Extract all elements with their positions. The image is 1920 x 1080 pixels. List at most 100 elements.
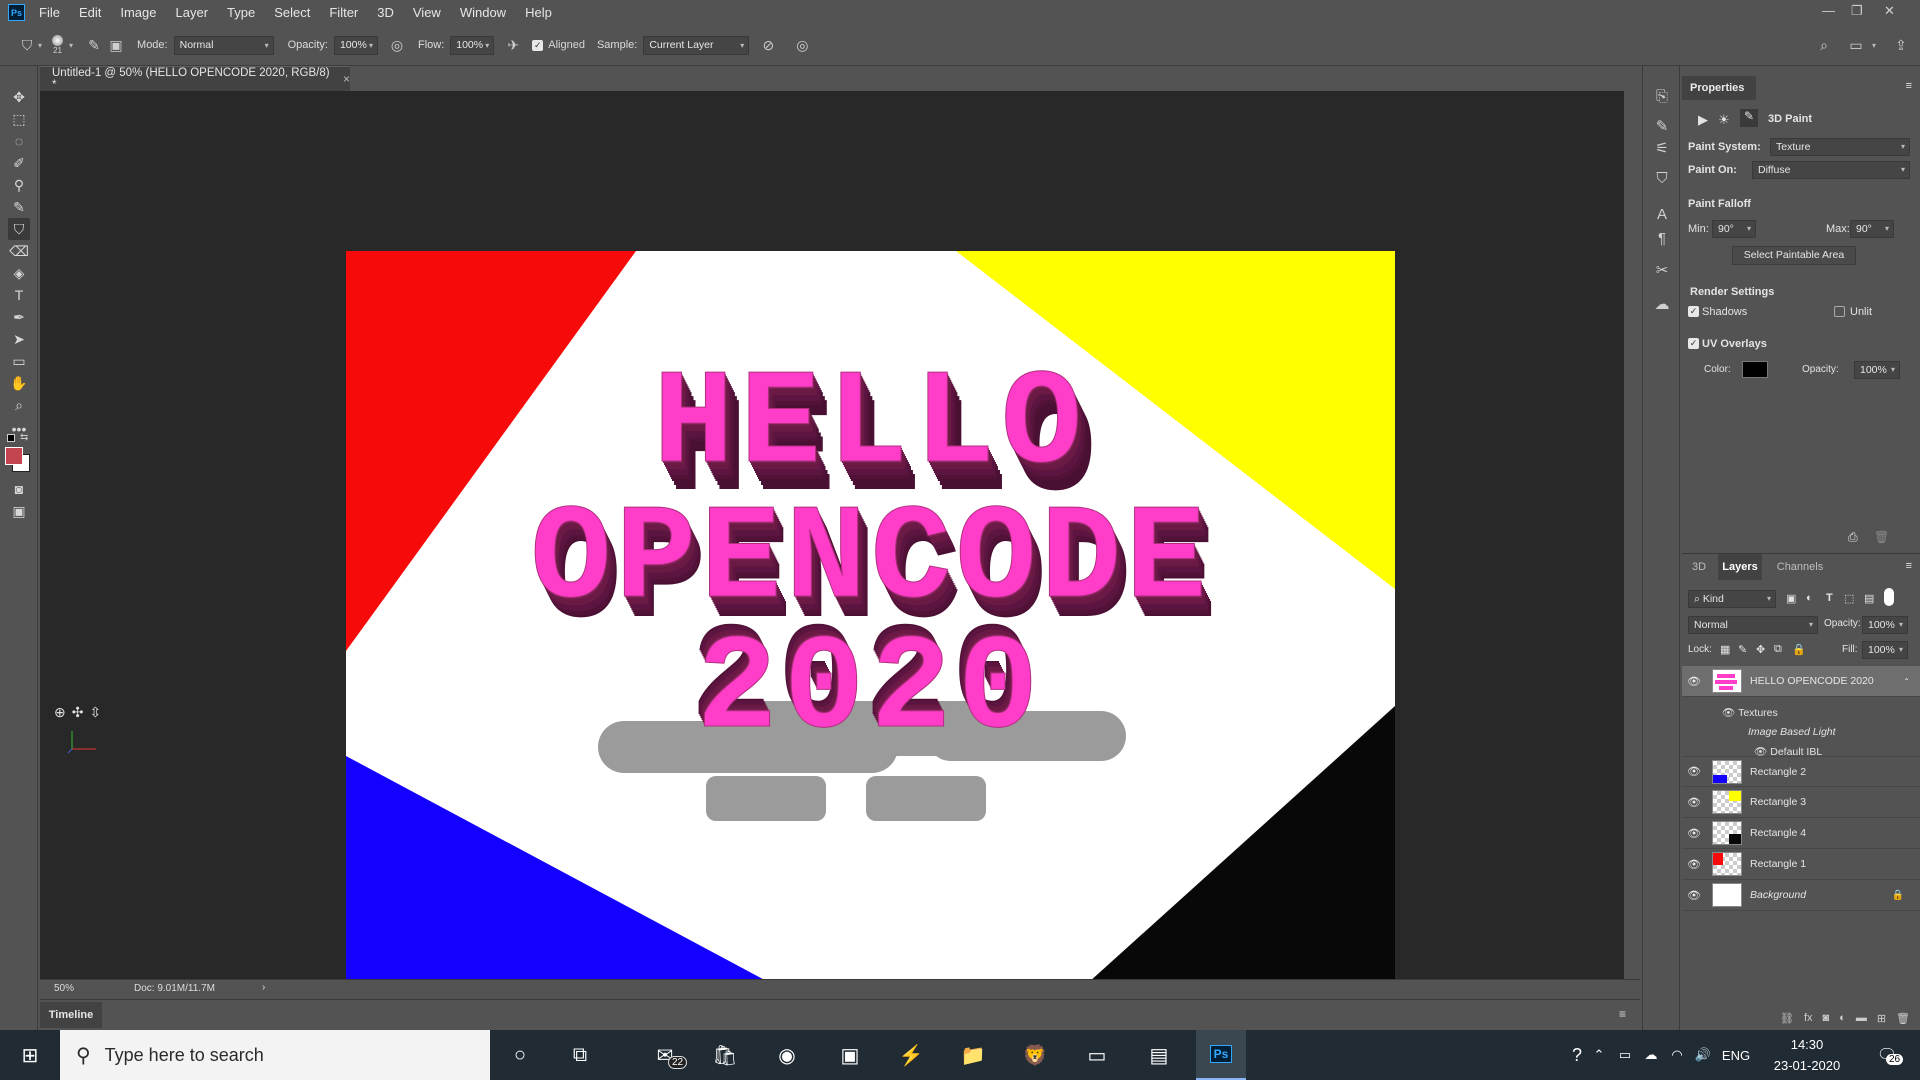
mail-icon[interactable]: ✉ 22 (640, 1030, 690, 1080)
foreground-color-swatch[interactable] (5, 447, 23, 465)
max-input[interactable]: 90° ▾ (1850, 220, 1894, 238)
visibility-eye-icon[interactable]: 👁 (1682, 889, 1706, 902)
clone-source-icon[interactable]: ▣ (105, 34, 127, 56)
tab-3d[interactable]: 3D (1686, 554, 1712, 580)
menu-edit[interactable]: Edit (79, 5, 101, 20)
filter-pixel-icon[interactable]: ▣ (1786, 592, 1796, 605)
filter-type-icon[interactable]: T (1826, 592, 1833, 604)
nvidia-icon[interactable]: ▣ (825, 1030, 875, 1080)
share-icon[interactable]: ⇪ (1890, 34, 1912, 56)
windows-start-icon[interactable]: ⊞ (5, 1030, 55, 1080)
chevron-down-icon[interactable]: ▾ (38, 41, 42, 50)
layer-effects-icon[interactable]: fx (1804, 1012, 1813, 1024)
menu-3d[interactable]: 3D (377, 5, 394, 20)
layer-row[interactable]: 👁 Rectangle 3 (1682, 787, 1920, 818)
lock-all-icon[interactable]: 🔒 (1792, 643, 1806, 656)
swap-colors-icon[interactable]: ⇆ (20, 432, 28, 443)
light-icon[interactable]: ☀ (1718, 112, 1730, 128)
dolly-3d-icon[interactable]: ⇳ (89, 704, 101, 721)
adjustment-layer-icon[interactable]: ◐ (1839, 1012, 1846, 1024)
chevron-down-icon[interactable]: ▾ (69, 41, 73, 50)
tab-layers[interactable]: Layers (1718, 554, 1762, 580)
cortana-icon[interactable]: ○ (495, 1030, 545, 1080)
filter-adjustment-icon[interactable]: ◐ (1806, 592, 1813, 604)
pan-3d-icon[interactable]: ✣ (72, 704, 84, 721)
menu-window[interactable]: Window (460, 5, 506, 20)
libraries-icon[interactable]: ☁ (1650, 292, 1674, 316)
properties-tab[interactable]: Properties (1682, 76, 1756, 100)
close-icon[interactable]: ✕ (1884, 3, 1895, 19)
layer-row[interactable]: 👁 Rectangle 1 (1682, 849, 1920, 880)
clone-source-panel-icon[interactable]: ⛉ (1650, 166, 1674, 190)
min-input[interactable]: 90° ▾ (1712, 220, 1756, 238)
chevron-down-icon[interactable]: ▾ (1872, 41, 1876, 50)
rectangle-tool-icon[interactable]: ▭ (8, 350, 30, 372)
visibility-eye-icon[interactable]: 👁 (1682, 796, 1706, 809)
shadows-checkbox[interactable]: ✓ (1688, 306, 1699, 317)
file-explorer-icon[interactable]: 📁 (948, 1030, 998, 1080)
lock-artboard-icon[interactable]: ⧉ (1774, 643, 1782, 656)
menu-image[interactable]: Image (120, 5, 156, 20)
scene-icon[interactable]: ▶ (1698, 112, 1708, 128)
volume-icon[interactable]: 🔊 (1690, 1030, 1716, 1080)
uv-opacity-input[interactable]: 100% ▾ (1854, 361, 1900, 379)
menu-layer[interactable]: Layer (176, 5, 209, 20)
lock-position-icon[interactable]: ✥ (1756, 643, 1765, 656)
clone-stamp-preset-icon[interactable]: ⛉ (16, 34, 38, 56)
hand-tool-icon[interactable]: ✋ (8, 372, 30, 394)
panel-menu-icon[interactable]: ≡ (1906, 560, 1912, 572)
brush-tool-icon[interactable]: ✎ (8, 196, 30, 218)
workspace-icon[interactable]: ▭ (1845, 34, 1867, 56)
menu-view[interactable]: View (413, 5, 441, 20)
brushes-panel-icon[interactable]: ⚟ (1650, 136, 1674, 160)
pressure-opacity-icon[interactable]: ◎ (386, 34, 408, 56)
terminal-icon[interactable]: ▭ (1072, 1030, 1122, 1080)
restore-icon[interactable]: ❐ (1851, 3, 1863, 19)
ignore-adjustment-icon[interactable]: ⊘ (757, 34, 779, 56)
new-group-icon[interactable]: ▬ (1856, 1012, 1867, 1024)
airbrush-icon[interactable]: ✈ (502, 34, 524, 56)
menu-help[interactable]: Help (525, 5, 552, 20)
notifications-icon[interactable]: 🗨 26 (1862, 1030, 1912, 1080)
store-icon[interactable]: 🛍 (700, 1030, 750, 1080)
new-layer-icon[interactable]: ⊞ (1877, 1012, 1886, 1025)
mode-select[interactable]: Normal ▾ (173, 35, 274, 55)
pressure-size-icon[interactable]: ◎ (791, 34, 813, 56)
vertical-scrollbar[interactable] (1624, 91, 1640, 979)
filter-smart-object-icon[interactable]: ▤ (1864, 592, 1874, 605)
layer-filter-select[interactable]: ⌕ Kind ▾ (1688, 590, 1776, 608)
screen-mode-icon[interactable]: ▣ (8, 500, 30, 522)
type-tool-icon[interactable]: T (8, 284, 30, 306)
uv-color-swatch[interactable] (1742, 361, 1768, 378)
wifi-icon[interactable]: ◠ (1664, 1030, 1690, 1080)
tool-presets-icon[interactable]: ✂ (1650, 258, 1674, 282)
marquee-tool-icon[interactable]: ⬚ (8, 108, 30, 130)
battery-icon[interactable]: ▭ (1612, 1030, 1638, 1080)
layer-row[interactable]: 👁 Rectangle 2 (1682, 756, 1920, 787)
vs-code-icon[interactable]: ⚡ (886, 1030, 936, 1080)
quick-select-tool-icon[interactable]: ✐ (8, 152, 30, 174)
orbit-3d-icon[interactable]: ⊕ (54, 704, 66, 721)
chevron-up-icon[interactable]: ⌃ (1586, 1030, 1612, 1080)
brush-settings-panel-icon[interactable]: ✎ (1650, 114, 1674, 138)
minimize-icon[interactable]: — (1822, 3, 1835, 18)
history-icon[interactable]: ⎘ (1650, 84, 1674, 108)
clock[interactable]: 14:30 23-01-2020 (1762, 1034, 1852, 1076)
menu-filter[interactable]: Filter (329, 5, 358, 20)
add-mask-icon[interactable]: ◙ (1823, 1012, 1830, 1024)
document-tab[interactable]: Untitled-1 @ 50% (HELLO OPENCODE 2020, R… (40, 66, 350, 91)
aligned-checkbox[interactable]: ✓ Aligned (532, 39, 585, 51)
panel-menu-icon[interactable]: ≡ (1619, 1007, 1626, 1021)
sample-select[interactable]: Current Layer ▾ (643, 35, 750, 55)
textures-row[interactable]: 👁 Textures (1722, 706, 1778, 719)
blend-mode-select[interactable]: Normal ▾ (1688, 616, 1818, 634)
winrar-icon[interactable]: ▤ (1134, 1030, 1184, 1080)
filter-shape-icon[interactable]: ⬚ (1844, 592, 1854, 605)
document-canvas[interactable]: HELLO OPENCODE 2020 (346, 251, 1395, 1001)
paint-on-select[interactable]: Diffuse ▾ (1752, 161, 1910, 179)
default-colors-icon[interactable] (7, 434, 15, 442)
brave-icon[interactable]: 🦁 (1010, 1030, 1060, 1080)
image-based-light-row[interactable]: Image Based Light (1748, 726, 1836, 738)
layer-row[interactable]: 👁 Rectangle 4 (1682, 818, 1920, 849)
brush-preset-picker[interactable]: 21 (52, 35, 64, 55)
